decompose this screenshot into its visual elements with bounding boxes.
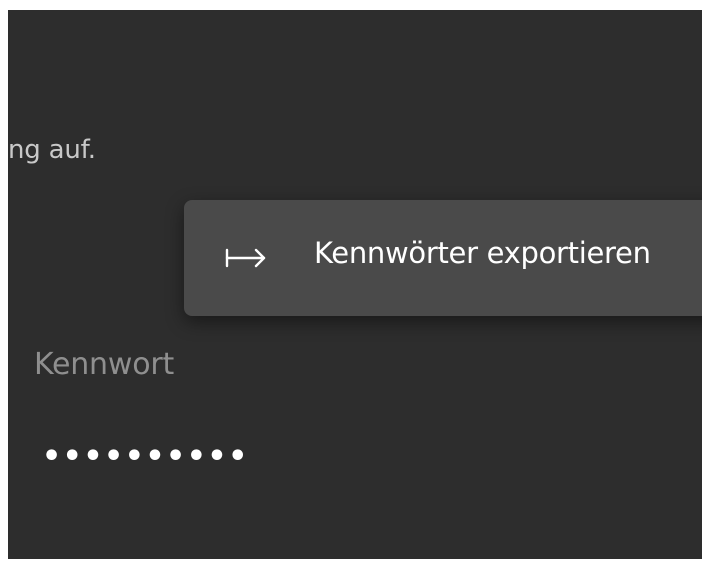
password-manager-panel: ng auf. Kennwort •••••••••• Kennwörter e…	[8, 10, 702, 559]
export-passwords-menu-item[interactable]: Kennwörter exportieren	[184, 200, 702, 316]
export-arrow-icon	[225, 248, 266, 268]
context-menu: Kennwörter exportieren	[184, 200, 702, 316]
description-text: ng auf.	[8, 135, 96, 165]
password-masked-value[interactable]: ••••••••••	[42, 442, 249, 472]
password-field-label: Kennwort	[34, 347, 175, 382]
export-passwords-label: Kennwörter exportieren	[314, 236, 651, 270]
